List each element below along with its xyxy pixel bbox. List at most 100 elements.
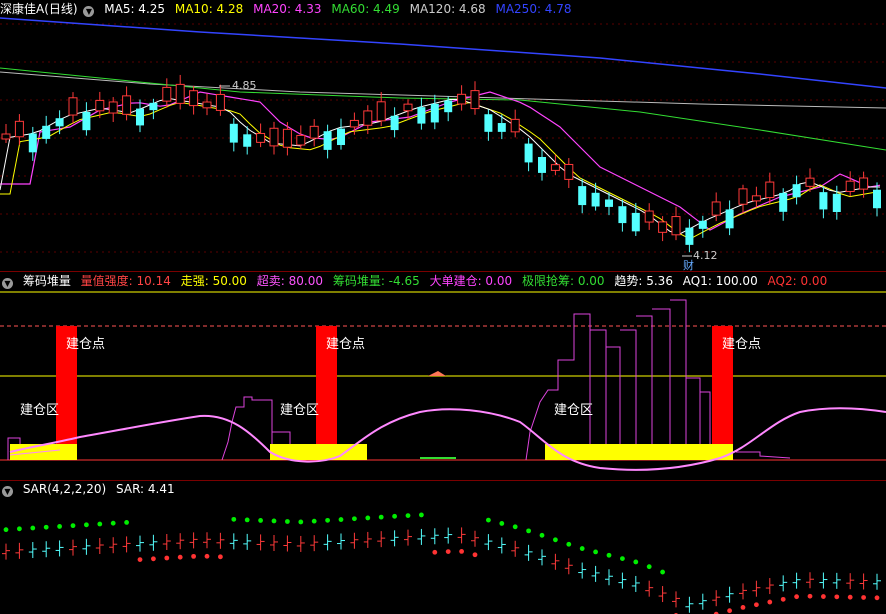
chevron-down-icon[interactable]: ▼	[83, 6, 95, 17]
candle-body	[819, 192, 828, 210]
candle-body	[1, 133, 11, 140]
finance-badge[interactable]: 财	[683, 258, 694, 272]
candle-body	[349, 119, 359, 128]
build-zone-label: 建仓区	[554, 403, 593, 418]
chip-step	[606, 346, 621, 460]
sar-dot	[646, 564, 652, 570]
ma20-line	[0, 91, 881, 231]
candle-body	[376, 101, 386, 122]
sar-dot	[151, 556, 156, 562]
sar-dot	[445, 549, 451, 554]
chip-step	[736, 451, 791, 459]
candle-body	[390, 115, 399, 131]
ma250-value: MA250: 4.78	[495, 2, 572, 16]
candle-body	[470, 90, 480, 110]
sar-dot	[17, 526, 22, 532]
sar-dot	[392, 513, 397, 519]
sar-dot	[378, 514, 384, 520]
candle-body	[859, 177, 869, 190]
sar-dot	[821, 594, 826, 599]
indicator-rush: 极限抢筹: 0.00	[521, 274, 605, 288]
sar-dot	[740, 605, 746, 610]
candle-body	[738, 188, 748, 205]
chip-step	[525, 313, 591, 461]
sar-dot	[352, 516, 357, 522]
low-price-marker: 4.12	[693, 249, 718, 262]
sar-dot	[794, 594, 799, 600]
sar-dot	[807, 593, 813, 599]
sar-dot	[834, 594, 840, 600]
sar-dot	[539, 532, 545, 538]
sar-dot	[499, 521, 505, 526]
indicator-big-order: 大单建仓: 0.00	[429, 274, 513, 288]
warning-marker	[428, 371, 446, 376]
candle-body	[444, 100, 453, 113]
sar-dot	[271, 518, 277, 524]
sar-dot	[767, 599, 773, 605]
candle-body	[832, 193, 841, 212]
sar-dot	[754, 602, 759, 608]
candle-body	[631, 212, 640, 232]
candle-body	[510, 118, 520, 133]
sar-panel[interactable]: ▼ SAR(4,2,2,20) SAR: 4.41	[0, 480, 886, 614]
indicator-panel[interactable]: ▼ 筹码堆量 量值强度: 10.14 走强: 50.00 超卖: 80.00 筹…	[0, 272, 886, 480]
candle-body	[550, 164, 560, 171]
indicator-header: ▼ 筹码堆量 量值强度: 10.14 走强: 50.00 超卖: 80.00 筹…	[0, 272, 833, 290]
candle-body	[309, 125, 319, 139]
candlestick-chart[interactable]: 4.85 4.12 财	[0, 0, 886, 272]
candle-body	[671, 216, 681, 236]
candle-body	[14, 120, 24, 138]
sar-dot	[325, 517, 330, 523]
sar-dot	[486, 517, 491, 523]
sar-dot	[231, 516, 237, 522]
sar-dot	[633, 559, 639, 565]
sar-header: ▼ SAR(4,2,2,20) SAR: 4.41	[0, 480, 181, 498]
candle-body	[243, 134, 252, 147]
ma10-line	[0, 101, 881, 240]
sar-dot	[472, 552, 478, 558]
sar-dot	[727, 608, 732, 614]
main-chart-panel[interactable]: 深康佳A(日线) ▼ MA5: 4.25 MA10: 4.28 MA20: 4.…	[0, 0, 886, 272]
chip-step	[670, 299, 687, 460]
sar-dot	[419, 512, 424, 518]
sar-dot	[298, 519, 304, 525]
candle-body	[873, 189, 881, 209]
sar-dot	[191, 553, 197, 559]
stock-name: 深康佳A(日线)	[0, 2, 78, 16]
build-point-label: 建仓点	[722, 337, 761, 352]
indicator-chart[interactable]: 建仓点 建仓点 建仓点 建仓区 建仓区 建仓区	[0, 272, 886, 480]
candle-body	[108, 101, 118, 114]
sar-dot	[84, 522, 89, 528]
candle-body	[457, 93, 467, 105]
sar-dot	[311, 518, 317, 524]
sar-dot	[620, 556, 625, 561]
chevron-down-icon[interactable]: ▼	[2, 486, 13, 497]
candle-body	[725, 209, 734, 229]
sar-name[interactable]: SAR(4,2,2,20)	[23, 482, 106, 496]
candle-body	[68, 97, 78, 116]
indicator-trend: 趋势: 5.36	[614, 274, 673, 288]
sar-dot	[97, 521, 103, 527]
candle-body	[779, 192, 788, 212]
chevron-down-icon[interactable]: ▼	[2, 278, 13, 289]
indicator-oversold: 超卖: 80.00	[256, 274, 323, 288]
candle-body	[269, 127, 279, 147]
sar-dot	[177, 554, 183, 560]
chip-step	[652, 308, 671, 460]
indicator-name[interactable]: 筹码堆量	[23, 274, 71, 288]
sar-value: SAR: 4.41	[116, 482, 175, 496]
sar-dot	[593, 549, 598, 555]
sar-chart[interactable]	[0, 480, 886, 614]
ma20-value: MA20: 4.33	[253, 2, 322, 16]
candle-body	[215, 93, 225, 111]
candle-body	[189, 90, 199, 107]
candle-body	[337, 128, 345, 146]
candle-body	[256, 132, 266, 143]
sar-dot	[285, 519, 290, 524]
sar-dot	[30, 525, 36, 531]
candle-body	[605, 199, 613, 207]
sar-dot	[338, 517, 344, 522]
sar-dot	[432, 549, 438, 555]
candle-body	[95, 99, 105, 112]
sar-dot	[660, 569, 665, 575]
